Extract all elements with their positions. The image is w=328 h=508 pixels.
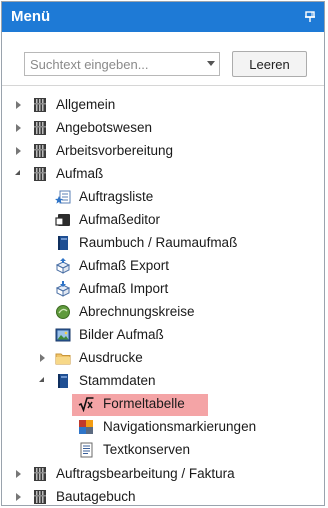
tree-item-label: Formeltabelle [103, 396, 185, 411]
menu-panel: Menü Leeren Allgemein [1, 1, 325, 506]
tree-item-aufmass-export[interactable]: Aufmaß Export [2, 255, 324, 278]
blue-book-icon [58, 236, 68, 250]
tree-item-auftragsbearbeitung[interactable]: Auftragsbearbeitung / Faktura [2, 463, 324, 486]
expand-arrow-icon[interactable] [16, 101, 21, 109]
tree-item-aufmasseditor[interactable]: Aufmaßeditor [2, 209, 324, 232]
search-combobox[interactable] [24, 52, 220, 76]
tree-item-label: Aufmaß Export [79, 258, 170, 273]
panel-title: Menü [11, 8, 51, 25]
book-icon [34, 98, 46, 112]
picture-icon [55, 328, 71, 342]
search-input[interactable] [27, 54, 201, 74]
list-star-icon [55, 190, 71, 204]
editor-icon [55, 214, 70, 226]
tree-item-raumbuch[interactable]: Raumbuch / Raumaufmaß [2, 232, 324, 255]
expand-arrow-icon[interactable] [16, 147, 21, 155]
tree-item-formeltabelle[interactable]: Formeltabelle [2, 393, 324, 416]
green-circle-icon [56, 305, 70, 319]
tree-item-label: Aufmaßeditor [79, 212, 161, 227]
tree-item-label: Angebotswesen [56, 120, 153, 135]
import-box-icon [55, 281, 71, 297]
tree-item-label: Textkonserven [103, 442, 191, 457]
formula-sqrt-icon [78, 397, 94, 412]
blue-book-icon [58, 374, 68, 388]
color-squares-icon [79, 420, 93, 434]
tree-item-label: Stammdaten [79, 373, 156, 388]
export-box-icon [55, 258, 71, 274]
tree-item-bilder-aufmass[interactable]: Bilder Aufmaß [2, 324, 324, 347]
tree-item-label: Auftragsbearbeitung / Faktura [56, 466, 235, 481]
tree-item-label: Ausdrucke [79, 350, 143, 365]
tree-item-label: Arbeitsvorbereitung [56, 143, 174, 158]
book-icon [34, 121, 46, 135]
tree-item-label: Navigationsmarkierungen [103, 419, 257, 434]
search-row: Leeren [2, 32, 324, 88]
expand-arrow-icon[interactable] [16, 470, 21, 478]
tree-item-auftragsliste[interactable]: Auftragsliste [2, 186, 324, 209]
tree-item-label: Aufmaß [56, 166, 104, 181]
tree-item-label: Allgemein [56, 97, 116, 112]
tree-item-label: Bautagebuch [56, 489, 136, 504]
expand-arrow-icon[interactable] [16, 493, 21, 501]
tree-item-ausdrucke[interactable]: Ausdrucke [2, 347, 324, 370]
tree-item-navigationsmarkierungen[interactable]: Navigationsmarkierungen [2, 416, 324, 439]
tree-item-abrechnungskreise[interactable]: Abrechnungskreise [2, 301, 324, 324]
tree-item-label: Auftragsliste [79, 189, 154, 204]
tree-item-stammdaten[interactable]: Stammdaten [2, 370, 324, 393]
folder-icon [55, 353, 71, 365]
tree-item-aufmass-import[interactable]: Aufmaß Import [2, 278, 324, 301]
chevron-down-icon[interactable] [207, 61, 215, 66]
expand-arrow-icon[interactable] [16, 124, 21, 132]
tree-item-arbeitsvorbereitung[interactable]: Arbeitsvorbereitung [2, 140, 324, 163]
collapse-arrow-icon[interactable] [39, 377, 44, 382]
book-icon [34, 167, 46, 181]
tree-item-label: Bilder Aufmaß [79, 327, 164, 342]
clear-button[interactable]: Leeren [232, 51, 307, 77]
tree-item-label: Raumbuch / Raumaufmaß [79, 235, 238, 250]
book-icon [34, 467, 46, 481]
tree-item-label: Abrechnungskreise [79, 304, 195, 319]
divider [2, 85, 324, 86]
tree-item-label: Aufmaß Import [79, 281, 169, 296]
menu-title-bar: Menü [2, 2, 324, 32]
text-document-icon [80, 442, 93, 458]
expand-arrow-icon[interactable] [40, 354, 45, 362]
tree-item-textkonserven[interactable]: Textkonserven [2, 439, 324, 462]
pin-icon[interactable] [303, 9, 317, 23]
tree-item-angebotswesen[interactable]: Angebotswesen [2, 117, 324, 140]
collapse-arrow-icon[interactable] [15, 170, 20, 175]
book-icon [34, 144, 46, 158]
book-icon [34, 490, 46, 504]
tree-item-aufmass[interactable]: Aufmaß [2, 163, 324, 186]
tree-item-bautagebuch[interactable]: Bautagebuch [2, 486, 324, 505]
tree-item-allgemein[interactable]: Allgemein [2, 94, 324, 117]
